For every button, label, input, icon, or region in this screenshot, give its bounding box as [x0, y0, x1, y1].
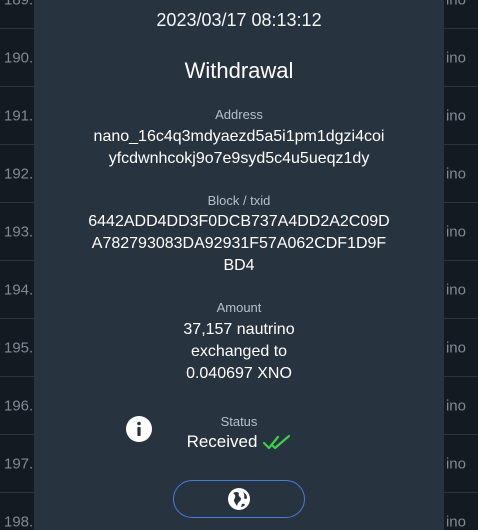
- block-line: A782793083DA92931F57A062CDF1D9F: [91, 235, 387, 252]
- row-number: 191.: [4, 107, 34, 124]
- row-unit: ino: [445, 455, 466, 472]
- block-line: BD4: [223, 257, 255, 274]
- row-unit: ino: [445, 223, 466, 240]
- row-number: 198.: [4, 513, 34, 530]
- amount-line: 37,157 nautrino: [183, 321, 295, 338]
- row-unit: ino: [445, 513, 466, 530]
- transaction-timestamp: 2023/03/17 08:13:12: [156, 10, 322, 30]
- row-unit: ino: [445, 165, 466, 182]
- row-unit: ino: [445, 281, 466, 298]
- row-unit: ino: [446, 0, 466, 8]
- address-line: nano_16c4q3mdyaezd5a5i1pm1dgzi4coi: [93, 128, 385, 145]
- address-line: yfcdwnhcokj9o7e9syd5c4u5ueqz1dy: [108, 150, 370, 167]
- double-check-icon: [263, 434, 291, 450]
- row-unit: ino: [445, 49, 466, 66]
- row-unit: ino: [445, 397, 466, 414]
- row-number: 192.: [4, 165, 34, 182]
- block-explorer-button[interactable]: [173, 480, 305, 518]
- row-number: 196.: [4, 397, 34, 414]
- row-unit: ino: [445, 107, 466, 124]
- block-label: Block / txid: [207, 193, 271, 208]
- transaction-detail-dialog: 2023/03/17 08:13:12 Withdrawal Address n…: [34, 0, 444, 530]
- status-row: Received: [34, 432, 444, 452]
- address-value[interactable]: nano_16c4q3mdyaezd5a5i1pm1dgzi4coi yfcdw…: [34, 126, 444, 170]
- globe-icon: [228, 488, 250, 510]
- amount-line: 0.040697 XNO: [186, 365, 292, 382]
- row-number: 193.: [4, 223, 34, 240]
- block-txid-value[interactable]: 6442ADD4DD3F0DCB737A4DD2A2C09D A78279308…: [34, 211, 444, 277]
- amount-label: Amount: [216, 300, 262, 315]
- row-number: 195.: [4, 339, 34, 356]
- address-label: Address: [215, 107, 263, 122]
- row-number: 197.: [4, 455, 34, 472]
- amount-line: exchanged to: [190, 343, 288, 360]
- row-number: 189.: [4, 0, 33, 8]
- row-number: 194.: [4, 281, 34, 298]
- status-label: Status: [220, 414, 258, 429]
- block-line: 6442ADD4DD3F0DCB737A4DD2A2C09D: [88, 213, 390, 230]
- row-unit: ino: [445, 339, 466, 356]
- dialog-title: Withdrawal: [184, 58, 294, 83]
- row-number: 190.: [4, 49, 34, 66]
- amount-value: 37,157 nautrino exchanged to 0.040697 XN…: [34, 319, 444, 385]
- status-value: Received: [186, 432, 258, 451]
